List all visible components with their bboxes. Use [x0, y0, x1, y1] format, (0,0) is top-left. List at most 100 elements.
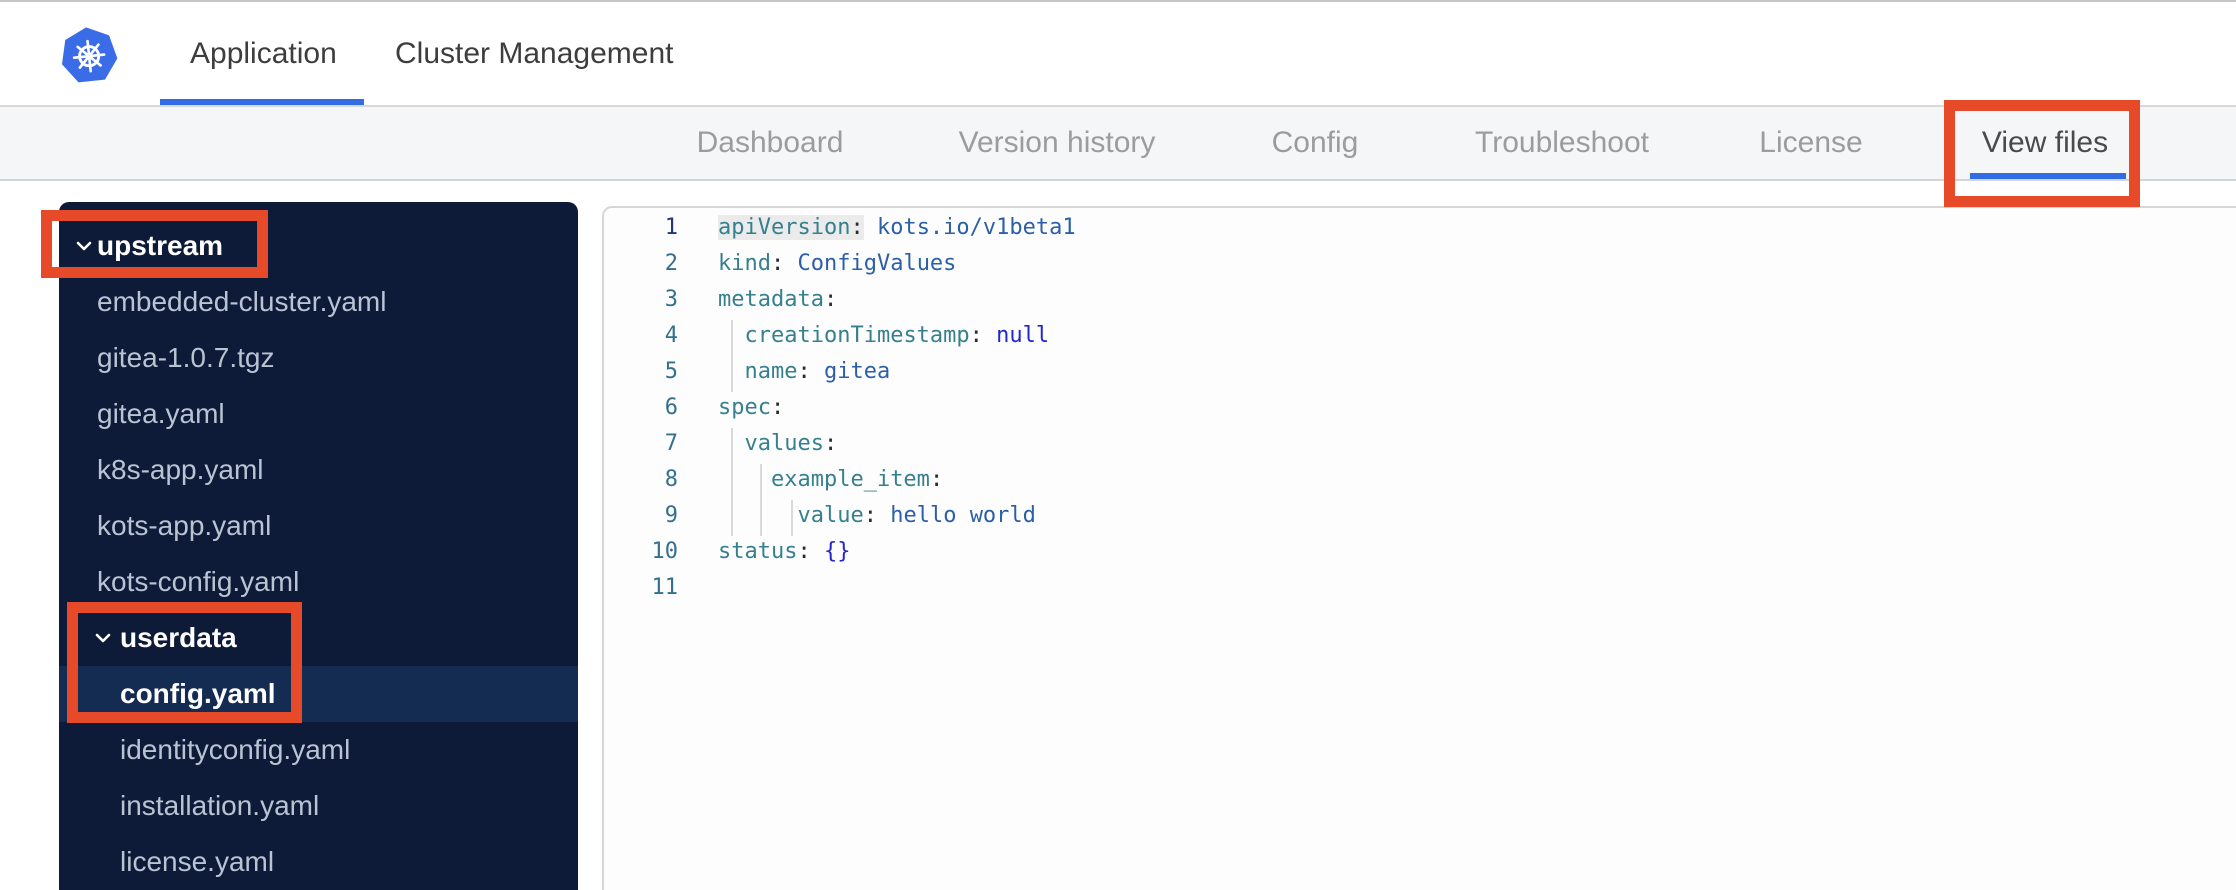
- code-line-6: 6 spec:: [604, 390, 2236, 426]
- code-line-4: 4 creationTimestamp: null: [604, 318, 2236, 354]
- chevron-down-icon: [74, 236, 94, 256]
- file-label: license.yaml: [120, 846, 275, 877]
- token-sp: [877, 503, 890, 528]
- line-number: 10: [651, 539, 679, 564]
- tree-item-kots-config-yaml[interactable]: kots-config.yaml: [59, 554, 578, 610]
- file-label: installation.yaml: [120, 790, 320, 821]
- line-text: name: gitea: [718, 354, 891, 390]
- token-punc: :: [823, 287, 838, 312]
- tree-item-identityconfig-yaml[interactable]: identityconfig.yaml: [59, 722, 578, 778]
- line-number: 5: [664, 359, 678, 384]
- token-sp: [811, 539, 824, 564]
- indent-guide: [731, 428, 733, 536]
- line-text: kind: ConfigValues: [718, 246, 956, 282]
- code-lines: 1 apiVersion: kots.io/v1beta1 2 kind: Confi…: [604, 208, 2236, 606]
- token-kw: {}: [823, 539, 851, 564]
- token-punc: :: [797, 539, 811, 564]
- line-number: 6: [664, 395, 678, 420]
- code-line-11: 11: [604, 570, 2236, 606]
- tab-cluster-management[interactable]: Cluster Management: [395, 2, 673, 105]
- file-label: embedded-cluster.yaml: [97, 286, 387, 317]
- token-punc: :: [797, 359, 811, 384]
- tab-config[interactable]: Config: [1272, 126, 1359, 160]
- view-files-active-underline: [1970, 173, 2126, 179]
- token-punc: :: [850, 215, 864, 240]
- line-number: 11: [651, 575, 679, 600]
- token-sp: [811, 359, 824, 384]
- token-punc: :: [969, 323, 983, 348]
- token-val: ConfigValues: [797, 251, 957, 276]
- line-text: example_item:: [718, 462, 943, 498]
- token-punc: :: [770, 251, 785, 276]
- line-number: 8: [664, 467, 678, 492]
- line-number: 4: [664, 323, 678, 348]
- token-kw: null: [996, 323, 1050, 348]
- line-text: values:: [718, 426, 838, 462]
- token-punc: :: [929, 467, 944, 492]
- code-line-2: 2 kind: ConfigValues: [604, 246, 2236, 282]
- code-line-1: 1 apiVersion: kots.io/v1beta1: [604, 210, 2236, 246]
- tab-view-files[interactable]: View files: [1982, 126, 2108, 160]
- token-sp: [784, 251, 797, 276]
- token-key: example_item: [770, 467, 930, 492]
- tree-item-installation-yaml[interactable]: installation.yaml: [59, 778, 578, 834]
- line-number: 7: [664, 431, 678, 456]
- tree-item-upstream[interactable]: upstream: [59, 218, 578, 274]
- code-line-3: 3 metadata:: [604, 282, 2236, 318]
- tree-item-license-yaml[interactable]: license.yaml: [59, 834, 578, 890]
- code-editor[interactable]: 1 apiVersion: kots.io/v1beta1 2 kind: Confi…: [602, 206, 2236, 890]
- tab-troubleshoot[interactable]: Troubleshoot: [1475, 126, 1649, 160]
- token-key: spec: [718, 395, 771, 420]
- token-punc: :: [863, 503, 877, 528]
- tree-item-k8s-app-yaml[interactable]: k8s-app.yaml: [59, 442, 578, 498]
- line-number: 9: [664, 503, 678, 528]
- token-key: value: [797, 503, 864, 528]
- token-val: gitea: [823, 359, 891, 384]
- code-line-7: 7 values:: [604, 426, 2236, 462]
- active-tab-underline: [160, 99, 364, 105]
- code-line-8: 8 example_item:: [604, 462, 2236, 498]
- token-key: metadata: [718, 287, 824, 312]
- token-sp: [718, 503, 797, 528]
- token-key: values: [744, 431, 824, 456]
- top-nav: Application Cluster Management: [0, 2, 2236, 107]
- indent-guide: [731, 320, 733, 392]
- tab-license[interactable]: License: [1759, 126, 1862, 160]
- line-number: 3: [664, 287, 678, 312]
- tree-item-config-yaml[interactable]: config.yaml: [59, 666, 578, 722]
- tab-version-history[interactable]: Version history: [959, 126, 1156, 160]
- app-sub-nav: Dashboard Version history Config Trouble…: [0, 107, 2236, 181]
- kubernetes-logo-icon: [60, 26, 118, 84]
- token-punc: :: [770, 395, 785, 420]
- token-sp: [718, 467, 771, 492]
- line-number: 2: [664, 251, 678, 276]
- token-sp: [983, 323, 996, 348]
- file-label: identityconfig.yaml: [120, 734, 351, 765]
- token-key: status: [718, 539, 798, 564]
- chevron-down-icon: [93, 628, 113, 648]
- token-punc: :: [823, 431, 838, 456]
- code-line-5: 5 name: gitea: [604, 354, 2236, 390]
- line-number: 1: [664, 215, 678, 240]
- tree-item-kots-app-yaml[interactable]: kots-app.yaml: [59, 498, 578, 554]
- token-key: name: [744, 359, 798, 384]
- line-text: status: {}: [718, 534, 850, 570]
- token-val: kots.io/v1beta1: [876, 215, 1076, 240]
- line-text: spec:: [718, 390, 784, 426]
- token-key: apiVersion: [718, 215, 851, 240]
- folder-label: userdata: [120, 622, 237, 653]
- line-text: apiVersion: kots.io/v1beta1: [718, 210, 1076, 246]
- line-text: metadata:: [718, 282, 837, 318]
- tree-item-gitea-yaml[interactable]: gitea.yaml: [59, 386, 578, 442]
- file-tree-sidebar: upstream embedded-cluster.yaml gitea-1.0.7…: [59, 202, 578, 890]
- token-val: hello world: [890, 503, 1036, 528]
- file-label: config.yaml: [120, 678, 276, 709]
- tree-item-gitea-1-0-7-tgz[interactable]: gitea-1.0.7.tgz: [59, 330, 578, 386]
- tree-item-userdata[interactable]: userdata: [59, 610, 578, 666]
- file-label: gitea-1.0.7.tgz: [97, 342, 275, 373]
- tree-item-embedded-cluster-yaml[interactable]: embedded-cluster.yaml: [59, 274, 578, 330]
- line-text: value: hello world: [718, 498, 1036, 534]
- tab-application[interactable]: Application: [190, 2, 337, 105]
- tab-dashboard[interactable]: Dashboard: [697, 126, 844, 160]
- file-label: gitea.yaml: [97, 398, 225, 429]
